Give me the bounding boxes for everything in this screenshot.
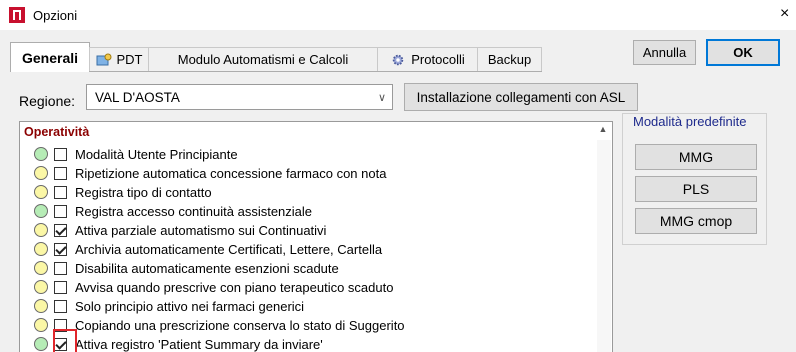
tab-backup[interactable]: Backup bbox=[477, 47, 542, 71]
status-dot-icon bbox=[34, 242, 48, 256]
highlight-box bbox=[53, 329, 77, 352]
status-dot-icon bbox=[34, 166, 48, 180]
section-title: Operatività bbox=[24, 125, 90, 139]
option-row[interactable]: Solo principio attivo nei farmaci generi… bbox=[34, 297, 304, 315]
status-dot-icon bbox=[34, 299, 48, 313]
gear-icon bbox=[393, 54, 404, 65]
preset-mmg-button[interactable]: MMG bbox=[635, 144, 757, 170]
tab-protocolli[interactable]: Protocolli bbox=[377, 47, 478, 71]
ok-button[interactable]: OK bbox=[706, 39, 780, 66]
option-label: Ripetizione automatica concessione farma… bbox=[75, 165, 387, 181]
option-checkbox[interactable] bbox=[54, 261, 67, 275]
tab-label: PDT bbox=[116, 52, 143, 67]
title-bar: Opzioni × bbox=[0, 0, 796, 30]
option-checkbox[interactable] bbox=[54, 242, 67, 256]
regione-label: Regione: bbox=[19, 93, 76, 109]
option-row[interactable]: Attiva parziale automatismo sui Continua… bbox=[34, 221, 326, 239]
status-dot-icon bbox=[34, 204, 48, 218]
option-label: Registra accesso continuità assistenzial… bbox=[75, 203, 313, 219]
option-label: Registra tipo di contatto bbox=[75, 184, 212, 200]
tab-pdt[interactable]: PDT bbox=[89, 47, 149, 71]
tab-label: Modulo Automatismi e Calcoli bbox=[177, 52, 349, 67]
status-dot-icon bbox=[34, 318, 48, 332]
regione-value: VAL D'AOSTA bbox=[95, 90, 180, 105]
option-checkbox[interactable] bbox=[54, 223, 67, 237]
preset-pls-button[interactable]: PLS bbox=[635, 176, 757, 202]
cancel-button[interactable]: Annulla bbox=[633, 40, 696, 65]
option-label: Modalità Utente Principiante bbox=[75, 146, 238, 162]
option-checkbox[interactable] bbox=[54, 280, 67, 294]
option-checkbox[interactable] bbox=[54, 147, 67, 161]
status-dot-icon bbox=[34, 337, 48, 351]
status-dot-icon bbox=[34, 147, 48, 161]
option-row[interactable]: Disabilita automaticamente esenzioni sca… bbox=[34, 259, 339, 277]
asl-install-button[interactable]: Installazione collegamenti con ASL bbox=[404, 83, 638, 111]
option-row[interactable]: Archivia automaticamente Certificati, Le… bbox=[34, 240, 382, 258]
option-checkbox[interactable] bbox=[54, 299, 67, 313]
preset-mmg-cmop-button[interactable]: MMG cmop bbox=[635, 208, 757, 234]
option-row[interactable]: Registra tipo di contatto bbox=[34, 183, 212, 201]
status-dot-icon bbox=[34, 280, 48, 294]
close-icon[interactable]: × bbox=[780, 5, 789, 23]
tab-label: Backup bbox=[487, 52, 532, 67]
tab-modulo-automatismi[interactable]: Modulo Automatismi e Calcoli bbox=[148, 47, 378, 71]
status-dot-icon bbox=[34, 223, 48, 237]
option-row[interactable]: Ripetizione automatica concessione farma… bbox=[34, 164, 386, 182]
chevron-down-icon: ∨ bbox=[377, 92, 386, 104]
option-checkbox[interactable] bbox=[54, 185, 67, 199]
tab-label: Generali bbox=[21, 49, 79, 66]
pdt-icon bbox=[96, 53, 111, 65]
option-checkbox[interactable] bbox=[54, 166, 67, 180]
app-icon bbox=[9, 7, 25, 23]
option-label: Avvisa quando prescrive con piano terape… bbox=[75, 279, 394, 295]
option-checkbox[interactable] bbox=[54, 204, 67, 218]
status-dot-icon bbox=[34, 185, 48, 199]
tab-label: Protocolli bbox=[411, 52, 465, 67]
regione-select[interactable]: VAL D'AOSTA ∨ bbox=[86, 84, 393, 110]
option-label: Archivia automaticamente Certificati, Le… bbox=[75, 241, 383, 257]
scroll-up-icon[interactable]: ▲ bbox=[597, 124, 609, 138]
option-row[interactable]: Modalità Utente Principiante bbox=[34, 145, 238, 163]
status-dot-icon bbox=[34, 261, 48, 275]
option-label: Copiando una prescrizione conserva lo st… bbox=[75, 317, 405, 333]
scrollbar-track[interactable] bbox=[597, 140, 611, 352]
tab-generali[interactable]: Generali bbox=[10, 42, 90, 72]
window-title: Opzioni bbox=[33, 8, 78, 23]
option-row[interactable]: Avvisa quando prescrive con piano terape… bbox=[34, 278, 393, 296]
option-row[interactable]: Copiando una prescrizione conserva lo st… bbox=[34, 316, 405, 334]
option-label: Solo principio attivo nei farmaci generi… bbox=[75, 298, 305, 314]
option-row[interactable]: Registra accesso continuità assistenzial… bbox=[34, 202, 312, 220]
presets-title: Modalità predefinite bbox=[631, 114, 749, 129]
option-row[interactable]: Attiva registro 'Patient Summary da invi… bbox=[34, 335, 323, 352]
options-list[interactable]: Operatività Modalità Utente Principiante… bbox=[19, 121, 613, 352]
option-label: Attiva parziale automatismo sui Continua… bbox=[75, 222, 327, 238]
option-label: Attiva registro 'Patient Summary da invi… bbox=[75, 336, 323, 352]
option-label: Disabilita automaticamente esenzioni sca… bbox=[75, 260, 339, 276]
